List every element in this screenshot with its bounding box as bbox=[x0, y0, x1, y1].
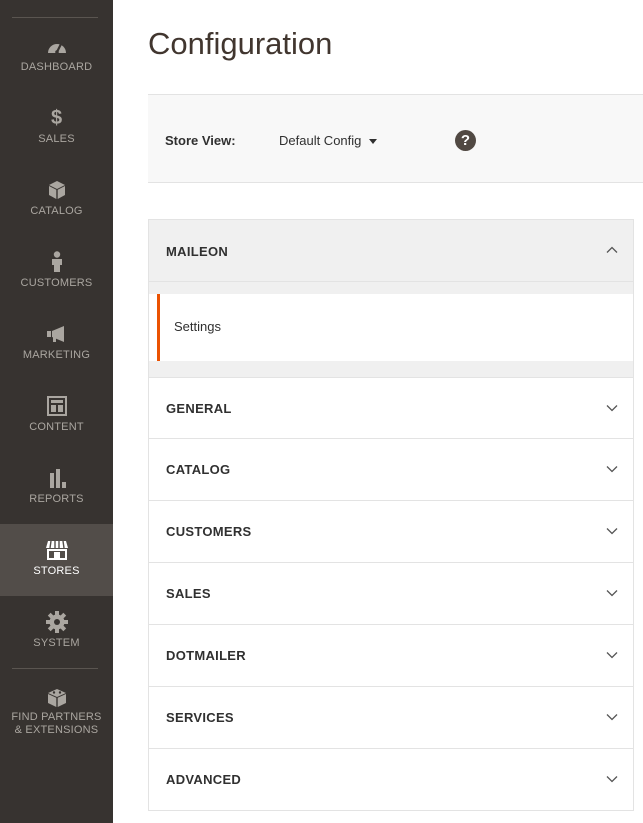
chevron-up-icon bbox=[606, 245, 618, 255]
sidebar-item-label: SALES bbox=[38, 133, 75, 145]
sidebar-item-marketing[interactable]: MARKETING bbox=[0, 308, 113, 380]
section-title: SERVICES bbox=[166, 710, 234, 725]
sidebar-item-content[interactable]: CONTENT bbox=[0, 380, 113, 452]
section-title: DOTMAILER bbox=[166, 648, 246, 663]
section-title: CATALOG bbox=[166, 462, 231, 477]
sidebar-item-sales[interactable]: $ SALES bbox=[0, 92, 113, 164]
section-title: GENERAL bbox=[166, 401, 232, 416]
chevron-down-icon bbox=[606, 403, 618, 413]
sidebar-item-dashboard[interactable]: DASHBOARD bbox=[0, 20, 113, 92]
sidebar-divider bbox=[12, 668, 98, 669]
section-catalog[interactable]: CATALOG bbox=[148, 439, 634, 501]
sidebar-item-label: STORES bbox=[33, 565, 80, 577]
store-view-dropdown[interactable]: Default Config bbox=[279, 133, 378, 148]
chevron-down-icon bbox=[606, 464, 618, 474]
chevron-down-icon bbox=[606, 588, 618, 598]
megaphone-icon bbox=[0, 323, 113, 345]
sidebar-item-label: CUSTOMERS bbox=[20, 277, 93, 289]
section-advanced[interactable]: ADVANCED bbox=[148, 749, 634, 811]
config-sections: MAILEON Settings GENERAL CATALOG CUSTOME… bbox=[148, 219, 634, 811]
section-spacer bbox=[148, 361, 634, 377]
storefront-icon bbox=[0, 539, 113, 561]
help-icon[interactable]: ? bbox=[455, 130, 476, 151]
chevron-down-icon bbox=[606, 774, 618, 784]
blocks-icon bbox=[0, 687, 113, 709]
sidebar-item-label: CONTENT bbox=[29, 421, 84, 433]
sidebar-item-find-partners[interactable]: FIND PARTNERS & EXTENSIONS bbox=[0, 672, 113, 752]
sidebar-divider bbox=[12, 17, 98, 18]
sidebar-item-label: DASHBOARD bbox=[20, 61, 93, 73]
sidebar-item-stores[interactable]: STORES bbox=[0, 524, 113, 596]
sidebar-item-label: CATALOG bbox=[30, 205, 83, 217]
caret-down-icon bbox=[369, 139, 378, 145]
chevron-down-icon bbox=[606, 650, 618, 660]
sidebar-item-catalog[interactable]: CATALOG bbox=[0, 164, 113, 236]
gear-icon bbox=[0, 611, 113, 633]
sidebar-item-customers[interactable]: CUSTOMERS bbox=[0, 236, 113, 308]
section-sales[interactable]: SALES bbox=[148, 563, 634, 625]
section-title: MAILEON bbox=[166, 244, 229, 259]
section-spacer bbox=[148, 282, 634, 294]
store-view-selected: Default Config bbox=[279, 133, 362, 148]
section-dotmailer[interactable]: DOTMAILER bbox=[148, 625, 634, 687]
sidebar-item-reports[interactable]: REPORTS bbox=[0, 452, 113, 524]
sub-item-label: Settings bbox=[174, 319, 221, 334]
chevron-down-icon bbox=[606, 712, 618, 722]
sidebar-item-label: SYSTEM bbox=[33, 637, 80, 649]
section-title: ADVANCED bbox=[166, 772, 242, 787]
sub-item-settings[interactable]: Settings bbox=[148, 294, 634, 361]
sidebar-item-label: MARKETING bbox=[22, 349, 91, 361]
section-services[interactable]: SERVICES bbox=[148, 687, 634, 749]
section-customers[interactable]: CUSTOMERS bbox=[148, 501, 634, 563]
layout-icon bbox=[0, 395, 113, 417]
dollar-icon: $ bbox=[50, 106, 63, 129]
active-indicator bbox=[157, 294, 160, 361]
person-icon bbox=[0, 251, 113, 273]
sidebar-item-label-line2: & EXTENSIONS bbox=[14, 724, 99, 736]
section-title: CUSTOMERS bbox=[166, 524, 252, 539]
admin-sidebar: DASHBOARD $ SALES CATALOG CUSTOMERS MARK… bbox=[0, 0, 113, 823]
section-general[interactable]: GENERAL bbox=[148, 377, 634, 439]
box-icon bbox=[0, 179, 113, 201]
chevron-down-icon bbox=[606, 526, 618, 536]
sidebar-item-label-line1: FIND PARTNERS bbox=[11, 711, 102, 723]
sidebar-item-system[interactable]: SYSTEM bbox=[0, 596, 113, 668]
bar-chart-icon bbox=[0, 467, 113, 489]
sidebar-item-label: FIND PARTNERS & EXTENSIONS bbox=[0, 711, 113, 737]
store-view-bar: Store View: Default Config ? bbox=[148, 94, 643, 183]
section-maileon[interactable]: MAILEON bbox=[148, 219, 634, 282]
dashboard-icon bbox=[0, 35, 113, 57]
store-view-label: Store View: bbox=[165, 133, 236, 148]
page-title: Configuration bbox=[148, 26, 333, 61]
section-title: SALES bbox=[166, 586, 211, 601]
sidebar-item-label: REPORTS bbox=[29, 493, 84, 505]
